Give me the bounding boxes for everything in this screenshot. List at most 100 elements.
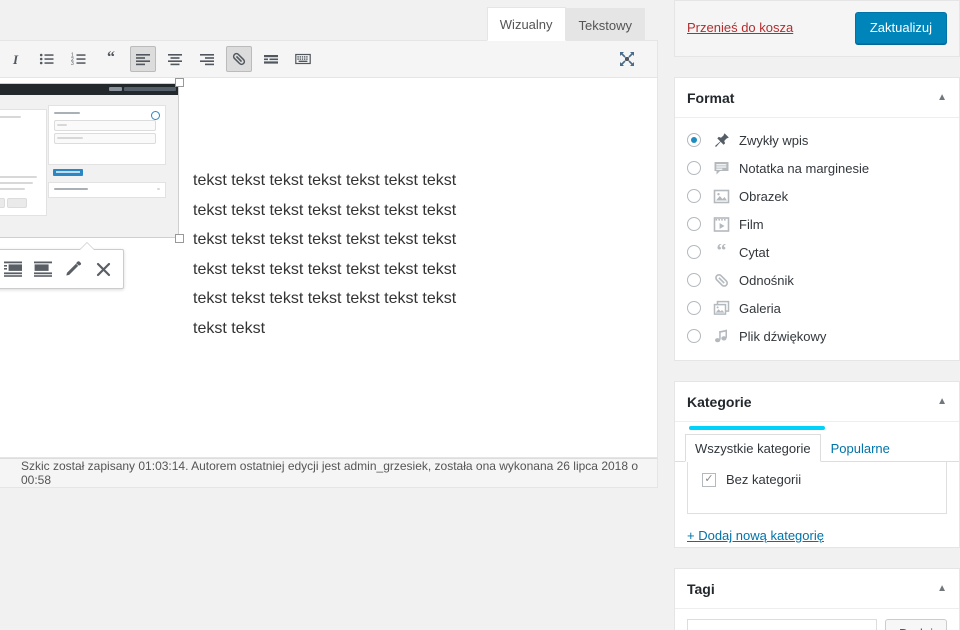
- format-option-quote[interactable]: “ Cytat: [687, 238, 947, 266]
- categories-tabs: Wszystkie kategorie Popularne: [675, 433, 959, 462]
- screenshot-comments-card: [48, 182, 166, 198]
- align-center-icon[interactable]: [162, 46, 188, 72]
- screenshot-adminbar-item: [124, 87, 176, 91]
- format-panel-header[interactable]: Format ▲: [675, 78, 959, 118]
- format-label-quote: Cytat: [739, 244, 770, 260]
- align-right-icon[interactable]: [194, 46, 220, 72]
- svg-text:“: “: [107, 51, 115, 66]
- screenshot-left-card: [0, 109, 47, 216]
- category-label-uncategorized: Bez kategorii: [726, 472, 802, 487]
- editor-paragraph[interactable]: tekst tekst tekst tekst tekst tekst teks…: [193, 166, 463, 343]
- format-panel-title: Format: [687, 89, 735, 106]
- radio-quote[interactable]: [687, 245, 701, 259]
- tags-panel: Tagi ▲ Dodaj: [674, 568, 960, 630]
- image-context-toolbar: [0, 242, 124, 289]
- image-align-left-icon[interactable]: [0, 254, 28, 284]
- inserted-image-wrapper[interactable]: [0, 78, 184, 289]
- quote-icon: “: [711, 242, 731, 262]
- format-panel: Format ▲ Zwykły wpis Notatka na margines…: [674, 77, 960, 361]
- chevron-up-icon[interactable]: ▲: [937, 92, 947, 103]
- aside-icon: [711, 158, 731, 178]
- format-label-gallery: Galeria: [739, 300, 781, 316]
- image-align-center-icon[interactable]: [28, 254, 58, 284]
- image-icon: [711, 186, 731, 206]
- format-option-link[interactable]: Odnośnik: [687, 266, 947, 294]
- loading-progress-bar: [689, 426, 825, 430]
- radio-video[interactable]: [687, 217, 701, 231]
- toolbar-buttons: I 1 2 3 “: [0, 46, 319, 72]
- categories-panel-header[interactable]: Kategorie ▲: [675, 382, 959, 422]
- format-label-audio: Plik dźwiękowy: [739, 328, 827, 344]
- categories-panel: Kategorie ▲ Wszystkie kategorie Popularn…: [674, 381, 960, 548]
- autosave-status-text: Szkic został zapisany 01:03:14. Autorem …: [21, 459, 639, 487]
- fullscreen-icon[interactable]: [614, 46, 640, 72]
- screenshot-body: [0, 95, 178, 237]
- screenshot-form-card: [48, 105, 166, 165]
- format-option-image[interactable]: Obrazek: [687, 182, 947, 210]
- publish-box-top-edge: [674, 0, 960, 1]
- audio-icon: [711, 326, 731, 346]
- svg-text:3: 3: [71, 61, 74, 67]
- tab-popular-categories[interactable]: Popularne: [821, 434, 900, 462]
- link-icon[interactable]: [226, 46, 252, 72]
- format-option-gallery[interactable]: Galeria: [687, 294, 947, 322]
- radio-image[interactable]: [687, 189, 701, 203]
- ordered-list-icon[interactable]: 1 2 3: [66, 46, 92, 72]
- format-label-link: Odnośnik: [739, 272, 794, 288]
- categories-checklist: ✓ Bez kategorii: [687, 462, 947, 514]
- add-new-category-link[interactable]: + Dodaj nową kategorię: [687, 528, 959, 543]
- format-option-video[interactable]: Film: [687, 210, 947, 238]
- align-left-icon[interactable]: [130, 46, 156, 72]
- format-option-aside[interactable]: Notatka na marginesie: [687, 154, 947, 182]
- sidebar-column: Przenieś do kosza Zaktualizuj Format ▲ Z…: [674, 0, 960, 630]
- format-option-audio[interactable]: Plik dźwiękowy: [687, 322, 947, 350]
- add-tag-button[interactable]: Dodaj: [885, 619, 947, 630]
- image-remove-icon[interactable]: [88, 254, 118, 284]
- update-button[interactable]: Zaktualizuj: [854, 11, 947, 44]
- tab-visual[interactable]: Wizualny: [486, 7, 566, 41]
- wordpress-post-editor: Wizualny Tekstowy I 1 2 3 “ tekst tekst …: [0, 0, 960, 630]
- tab-text[interactable]: Tekstowy: [565, 8, 645, 41]
- radio-aside[interactable]: [687, 161, 701, 175]
- editor-statusbar: Szkic został zapisany 01:03:14. Autorem …: [0, 458, 658, 488]
- tab-all-categories[interactable]: Wszystkie kategorie: [685, 434, 821, 462]
- move-to-trash-link[interactable]: Przenieś do kosza: [687, 20, 793, 35]
- tags-panel-title: Tagi: [687, 580, 715, 597]
- radio-link[interactable]: [687, 273, 701, 287]
- pin-icon: [711, 130, 731, 150]
- radio-standard[interactable]: [687, 133, 701, 147]
- tags-body: Dodaj: [675, 609, 959, 630]
- publish-actions: Przenieś do kosza Zaktualizuj: [674, 0, 960, 57]
- inserted-image[interactable]: [0, 83, 179, 238]
- blockquote-icon[interactable]: “: [98, 46, 124, 72]
- screenshot-admin-bar: [0, 84, 178, 95]
- editor-column: Wizualny Tekstowy I 1 2 3 “ tekst tekst …: [0, 0, 658, 630]
- unordered-list-icon[interactable]: [34, 46, 60, 72]
- chevron-up-icon[interactable]: ▲: [937, 583, 947, 594]
- category-item-uncategorized[interactable]: ✓ Bez kategorii: [702, 472, 946, 487]
- keyboard-shortcuts-icon[interactable]: [290, 46, 316, 72]
- italic-icon[interactable]: I: [2, 46, 28, 72]
- radio-gallery[interactable]: [687, 301, 701, 315]
- resize-handle-top-right[interactable]: [175, 78, 184, 87]
- format-option-standard[interactable]: Zwykły wpis: [687, 126, 947, 154]
- svg-text:I: I: [11, 52, 18, 67]
- image-edit-icon[interactable]: [58, 254, 88, 284]
- checkbox-uncategorized[interactable]: ✓: [702, 472, 716, 487]
- format-options-list: Zwykły wpis Notatka na marginesie Obraze…: [675, 118, 959, 360]
- toolbar-right: [611, 46, 657, 72]
- tags-panel-header[interactable]: Tagi ▲: [675, 569, 959, 609]
- editor-content-area[interactable]: tekst tekst tekst tekst tekst tekst teks…: [0, 78, 658, 458]
- format-label-aside: Notatka na marginesie: [739, 160, 870, 176]
- tag-input[interactable]: [687, 619, 877, 630]
- editor-toolbar: I 1 2 3 “: [0, 40, 658, 78]
- format-label-standard: Zwykły wpis: [739, 132, 809, 148]
- screenshot-adminbar-item2: [109, 87, 122, 91]
- screenshot-submit-button: [53, 169, 83, 176]
- resize-handle-bottom-right[interactable]: [175, 234, 184, 243]
- radio-audio[interactable]: [687, 329, 701, 343]
- svg-text:“: “: [716, 244, 726, 261]
- read-more-icon[interactable]: [258, 46, 284, 72]
- format-label-image: Obrazek: [739, 188, 789, 204]
- chevron-up-icon[interactable]: ▲: [937, 396, 947, 407]
